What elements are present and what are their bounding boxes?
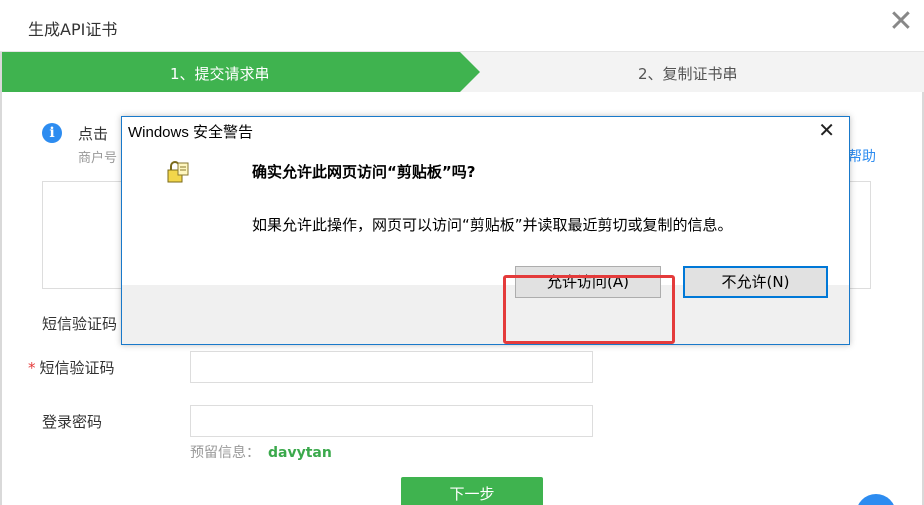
highlight-annotation <box>503 275 675 344</box>
step-1-label: 1、提交请求串 <box>170 65 270 83</box>
sms-code-label-text: 短信验证码 <box>39 359 115 377</box>
dialog-body: 确实允许此网页访问“剪贴板”吗? 如果允许此操作，网页可以访问“剪贴板”并读取最… <box>122 145 849 344</box>
deny-access-button[interactable]: 不允许(N) <box>683 266 828 298</box>
password-label: 登录密码 <box>42 413 103 431</box>
help-link[interactable]: 帮助 <box>848 146 876 166</box>
modal-title: 生成API证书 <box>28 20 118 39</box>
password-input[interactable] <box>190 405 593 437</box>
reserved-info-label: 预留信息： <box>190 445 260 461</box>
sms-label-hidden: 短信验证码 <box>42 315 118 333</box>
step-2-label: 2、复制证书串 <box>638 65 738 83</box>
security-lock-icon <box>167 161 189 183</box>
dialog-title: Windows 安全警告 <box>128 124 254 141</box>
info-subtext: 商户号 <box>78 151 118 166</box>
reserved-info: 预留信息： davytan <box>190 442 332 462</box>
info-icon: i <box>42 123 62 143</box>
close-icon[interactable]: ✕ <box>886 7 916 38</box>
windows-security-dialog: Windows 安全警告 ✕ 确实允许此网页访问“剪贴板”吗? 如果允许此操作，… <box>121 116 850 345</box>
chat-widget[interactable] <box>856 494 896 505</box>
dialog-description: 如果允许此操作，网页可以访问“剪贴板”并读取最近剪切或复制的信息。 <box>252 216 733 234</box>
next-step-button[interactable]: 下一步 <box>401 477 543 505</box>
sms-code-input[interactable] <box>190 351 593 383</box>
modal-header: 生成API证书 ✕ <box>0 0 924 52</box>
reserved-info-value: davytan <box>268 445 332 461</box>
info-text: 点击 <box>78 125 109 143</box>
dialog-question: 确实允许此网页访问“剪贴板”吗? <box>252 163 476 181</box>
step-bar: 1、提交请求串 2、复制证书串 <box>2 52 924 92</box>
dialog-titlebar: Windows 安全警告 ✕ <box>122 117 849 145</box>
required-star: * <box>28 359 36 377</box>
dialog-close-icon[interactable]: ✕ <box>818 118 835 142</box>
sms-code-label: * 短信验证码 <box>28 357 115 378</box>
